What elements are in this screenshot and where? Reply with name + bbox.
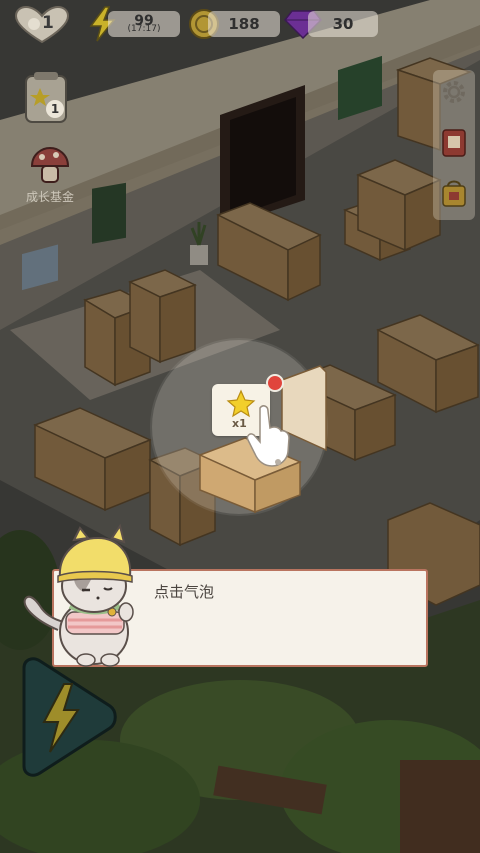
energy-timer: (17:17) bbox=[127, 24, 161, 34]
gear-icon[interactable] bbox=[440, 78, 468, 106]
gem-counter[interactable]: 30 bbox=[308, 11, 378, 37]
gem-value: 30 bbox=[332, 15, 354, 33]
mushroom-icon bbox=[30, 146, 70, 183]
right-menu-panel bbox=[433, 70, 475, 220]
cat-character bbox=[23, 523, 134, 667]
pointing-hand-icon bbox=[246, 405, 290, 467]
task-badge: 1 bbox=[46, 100, 64, 118]
energy-counter[interactable]: 99 (17:17) bbox=[108, 11, 180, 37]
clipboard-icon bbox=[25, 72, 67, 123]
notification-dot bbox=[266, 374, 284, 392]
growth-fund-button[interactable]: 成长基金 bbox=[20, 146, 80, 208]
task-button[interactable]: 1 bbox=[22, 70, 70, 124]
lightning-action-button[interactable] bbox=[16, 656, 118, 778]
dialog-text: 点击气泡 bbox=[154, 583, 215, 601]
growth-fund-label: 成长基金 bbox=[25, 190, 74, 204]
level-number: 1 bbox=[42, 13, 54, 33]
photo-album-icon[interactable] bbox=[441, 128, 467, 158]
shop-bag-icon[interactable] bbox=[441, 178, 467, 208]
coin-counter[interactable]: 188 bbox=[208, 11, 280, 37]
coin-value: 188 bbox=[228, 15, 260, 33]
top-hud: 1 99 (17:17) 188 30 bbox=[0, 6, 480, 44]
